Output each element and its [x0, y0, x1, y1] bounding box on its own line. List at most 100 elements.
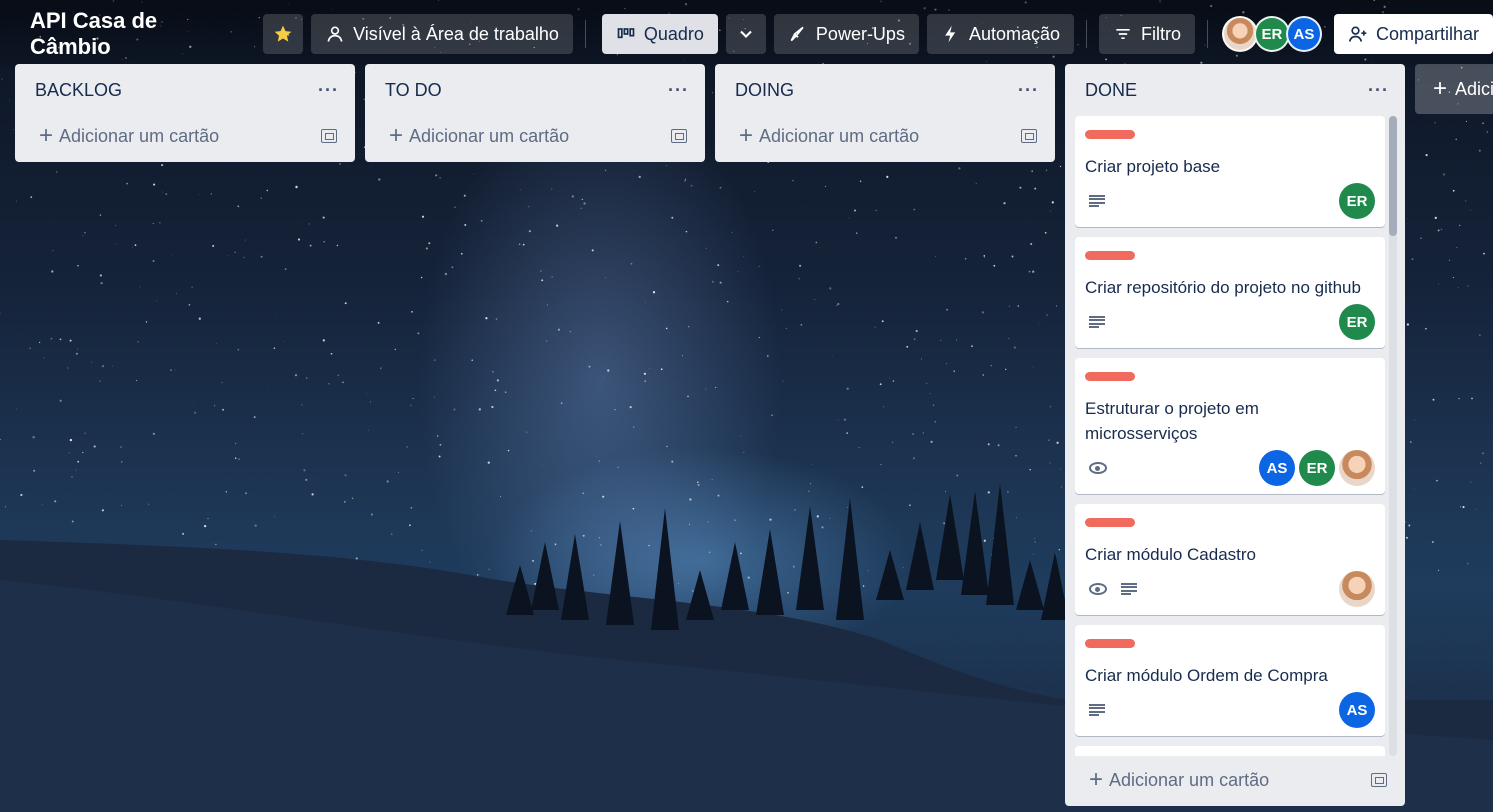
member-avatar-photo[interactable] [1221, 16, 1258, 52]
add-person-icon [1348, 24, 1368, 44]
star-button[interactable] [263, 14, 304, 54]
card-footer: AS ER [1085, 450, 1375, 486]
card-footer: AS [1085, 692, 1375, 728]
card-partial[interactable] [1075, 746, 1385, 756]
list-title[interactable]: TO DO [385, 80, 442, 101]
member-avatar-photo[interactable] [1339, 450, 1375, 486]
plus-icon: + [1433, 75, 1448, 102]
card-footer: ER [1085, 304, 1375, 340]
card-label[interactable] [1085, 251, 1135, 260]
watch-icon [1089, 462, 1107, 474]
description-icon [1089, 316, 1105, 328]
member-avatar-er[interactable]: ER [1299, 450, 1335, 486]
list-title[interactable]: DONE [1085, 80, 1137, 101]
card-criar-modulo-cadastro[interactable]: Criar módulo Cadastro [1075, 504, 1385, 615]
filter-label: Filtro [1140, 23, 1181, 44]
list-done: DONE ··· Criar projeto base ER Criar rep… [1065, 64, 1405, 806]
board-title[interactable]: API Casa de Câmbio [14, 8, 253, 59]
description-icon [1089, 195, 1105, 207]
add-card-label: Adicionar um cartão [59, 125, 220, 146]
member-avatar-photo[interactable] [1339, 571, 1375, 607]
view-dropdown-button[interactable] [725, 14, 766, 54]
description-icon [1121, 583, 1137, 595]
add-card-button[interactable]: + Adicionar um cartão [389, 124, 569, 148]
visibility-button[interactable]: Visível à Área de trabalho [311, 14, 573, 54]
automation-button[interactable]: Automação [926, 14, 1075, 54]
add-card-row: + Adicionar um cartão [15, 116, 355, 156]
card-template-icon[interactable] [1371, 773, 1387, 787]
add-card-label: Adicionar um cartão [759, 125, 920, 146]
add-card-button[interactable]: + Adicionar um cartão [39, 124, 219, 148]
plus-icon: + [39, 122, 54, 149]
card-container: Criar projeto base ER Criar repositório … [1065, 116, 1405, 756]
card-estruturar-microsservicos[interactable]: Estruturar o projeto em microsserviços A… [1075, 358, 1385, 494]
list-header: DONE ··· [1065, 64, 1405, 116]
card-template-icon[interactable] [1021, 129, 1037, 143]
card-footer [1085, 571, 1375, 607]
member-avatar-as[interactable]: AS [1339, 692, 1375, 728]
list-title[interactable]: BACKLOG [35, 80, 122, 101]
card-criar-modulo-ordem-compra[interactable]: Criar módulo Ordem de Compra AS [1075, 625, 1385, 736]
plus-icon: + [1089, 766, 1104, 793]
member-avatar-er[interactable]: ER [1339, 183, 1375, 219]
add-card-button[interactable]: + Adicionar um cartão [1089, 768, 1269, 792]
add-card-row: + Adicionar um cartão [365, 116, 705, 156]
list-menu-icon[interactable]: ··· [668, 80, 689, 101]
list-header: DOING ··· [715, 64, 1055, 116]
board-view-icon [616, 24, 636, 44]
list-title[interactable]: DOING [735, 80, 794, 101]
list-header: BACKLOG ··· [15, 64, 355, 116]
share-button[interactable]: Compartilhar [1333, 14, 1493, 54]
description-icon [1089, 704, 1105, 716]
card-footer: ER [1085, 183, 1375, 219]
team-visibility-icon [325, 24, 345, 44]
list-menu-icon[interactable]: ··· [1018, 80, 1039, 101]
member-avatar-er[interactable]: ER [1339, 304, 1375, 340]
visibility-label: Visível à Área de trabalho [353, 23, 559, 44]
star-icon [273, 24, 293, 44]
filter-button[interactable]: Filtro [1098, 14, 1195, 54]
card-label[interactable] [1085, 130, 1135, 139]
list-scrollbar[interactable] [1389, 116, 1397, 756]
add-card-label: Adicionar um cartão [409, 125, 570, 146]
view-switch-button[interactable]: Quadro [601, 14, 718, 54]
automation-label: Automação [968, 23, 1061, 44]
list-header: TO DO ··· [365, 64, 705, 116]
list-menu-icon[interactable]: ··· [1368, 80, 1389, 101]
card-label[interactable] [1085, 518, 1135, 527]
plus-icon: + [739, 122, 754, 149]
add-card-row: + Adicionar um cartão [1065, 760, 1405, 800]
header-divider [584, 20, 586, 48]
card-criar-projeto-base[interactable]: Criar projeto base ER [1075, 116, 1385, 227]
card-criar-repositorio[interactable]: Criar repositório do projeto no github E… [1075, 237, 1385, 348]
header-divider-2 [1086, 20, 1087, 48]
chevron-down-icon [736, 24, 756, 44]
add-card-row: + Adicionar um cartão [715, 116, 1055, 156]
list-backlog: BACKLOG ··· + Adicionar um cartão [15, 64, 355, 162]
list-doing: DOING ··· + Adicionar um cartão [715, 64, 1055, 162]
card-title: Criar projeto base [1085, 157, 1221, 176]
add-list-button[interactable]: + Adicionar outra lista [1415, 64, 1493, 114]
card-title: Criar repositório do projeto no github [1085, 278, 1361, 297]
member-avatar-as[interactable]: AS [1285, 16, 1322, 52]
card-title: Criar módulo Cadastro [1085, 545, 1257, 564]
lightning-icon [941, 24, 961, 44]
filter-icon [1113, 24, 1133, 44]
card-label[interactable] [1085, 372, 1135, 381]
member-avatar-as[interactable]: AS [1259, 450, 1295, 486]
card-label[interactable] [1085, 639, 1135, 648]
card-template-icon[interactable] [321, 129, 337, 143]
board-header: API Casa de Câmbio Visível à Área de tra… [0, 0, 1493, 68]
scrollbar-thumb[interactable] [1389, 116, 1397, 236]
card-title: Estruturar o projeto em microsserviços [1085, 399, 1259, 443]
add-list-label: Adicionar outra lista [1455, 78, 1493, 99]
watch-icon [1089, 583, 1107, 595]
powerups-button[interactable]: Power-Ups [773, 14, 919, 54]
header-divider-3 [1206, 20, 1208, 48]
list-menu-icon[interactable]: ··· [318, 80, 339, 101]
card-template-icon[interactable] [671, 129, 687, 143]
view-label: Quadro [643, 23, 704, 44]
add-card-button[interactable]: + Adicionar um cartão [739, 124, 919, 148]
member-avatar-er[interactable]: ER [1253, 16, 1290, 52]
add-card-label: Adicionar um cartão [1109, 769, 1270, 790]
